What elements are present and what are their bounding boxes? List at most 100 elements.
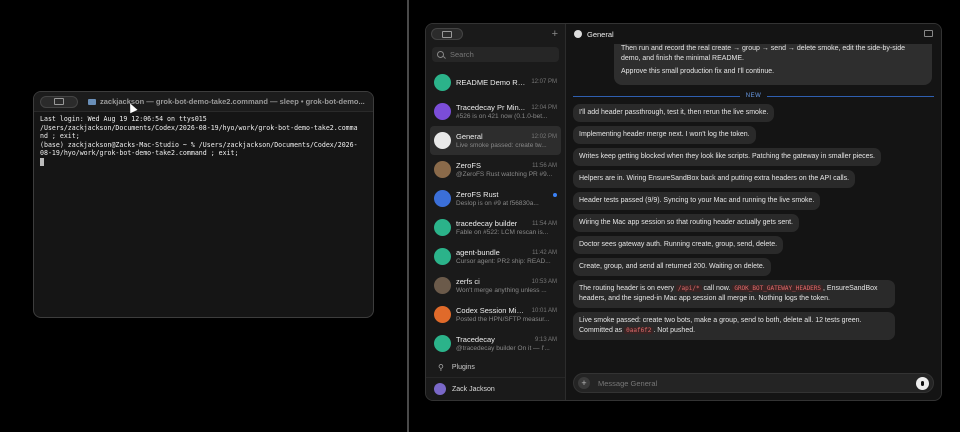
bot-message: Writes keep getting blocked when they lo… bbox=[573, 148, 881, 166]
message-text: call now. bbox=[701, 285, 733, 292]
terminal-cursor bbox=[40, 157, 44, 166]
conversation-time: 9:13 AM bbox=[534, 336, 557, 343]
user-name: Zack Jackson bbox=[452, 385, 495, 393]
conversation-preview: Won't merge anything unless ... bbox=[456, 287, 547, 294]
window-control[interactable] bbox=[431, 28, 463, 40]
avatar bbox=[434, 219, 451, 236]
conversation-preview: #526 is on 421 now (0.1.0-bet... bbox=[456, 113, 548, 120]
message-text: . Not pushed. bbox=[653, 327, 696, 334]
microphone-icon[interactable] bbox=[916, 376, 929, 390]
conversation-item[interactable]: agent-bundle 11:42 AM Cursor agent: PR2 sh… bbox=[430, 242, 561, 271]
message-composer[interactable]: + bbox=[573, 373, 934, 393]
conversation-name: agent-bundle bbox=[456, 248, 500, 257]
conversation-item[interactable]: README Demo Re... 12:07 PM bbox=[430, 68, 561, 97]
avatar bbox=[434, 248, 451, 265]
chat-main: General Then run and record the real cre… bbox=[566, 24, 941, 400]
sidebar: + README Demo Re... 12:07 PM Tracedecay Pr… bbox=[426, 24, 566, 400]
conversation-item[interactable]: Tracedecay 9:13 AM @tracedecay builder On … bbox=[430, 329, 561, 358]
bot-message: I'll add header passthrough, test it, th… bbox=[573, 104, 775, 122]
terminal-titlebar[interactable]: zackjackson — grok-bot-demo-take2.comman… bbox=[34, 92, 373, 112]
window-icon bbox=[442, 30, 452, 38]
window-icon bbox=[54, 98, 64, 105]
conversation-time: 12:02 PM bbox=[531, 133, 557, 140]
conversation-text: zerfs ci 10:53 AM Won't merge anything unl… bbox=[456, 277, 557, 294]
inline-code: /api/* bbox=[675, 285, 702, 292]
conversation-name: README Demo Re... bbox=[456, 77, 526, 87]
search-box[interactable] bbox=[432, 47, 559, 62]
conversation-name: ZeroFS Rust bbox=[456, 190, 499, 199]
conversation-text: ZeroFS Rust Deslop is on #9 at f56830a... bbox=[456, 190, 557, 207]
conversation-item[interactable]: Codex Session Min... 10:01 AM Posted the H… bbox=[430, 300, 561, 329]
user-profile[interactable]: Zack Jackson bbox=[426, 377, 565, 400]
message-text: Live smoke passed: create two bots, make… bbox=[579, 317, 862, 334]
avatar bbox=[434, 190, 451, 207]
window-control[interactable] bbox=[40, 95, 78, 108]
bot-message: Create, group, and send all returned 200… bbox=[573, 258, 771, 276]
conversation-item[interactable]: tracedecay builder 11:54 AM Fable on #522:… bbox=[430, 213, 561, 242]
channel-header: General bbox=[566, 24, 941, 44]
conversation-text: tracedecay builder 11:54 AM Fable on #522:… bbox=[456, 219, 557, 236]
terminal-title-text: zackjackson — grok-bot-demo-take2.comman… bbox=[100, 97, 365, 106]
conversation-text: README Demo Re... 12:07 PM bbox=[456, 78, 557, 88]
conversation-preview: Cursor agent: PR2 ship: READ... bbox=[456, 258, 551, 265]
conversation-time: 10:01 AM bbox=[531, 307, 557, 314]
plugins-item[interactable]: ⚲ Plugins bbox=[426, 357, 565, 377]
bot-message: Implementing header merge next. I won't … bbox=[573, 126, 756, 144]
conversation-name: Tracedecay bbox=[456, 335, 495, 344]
conversation-list: README Demo Re... 12:07 PM Tracedecay Pr M… bbox=[426, 68, 565, 358]
avatar bbox=[434, 103, 451, 120]
user-message: Then run and record the real create → gr… bbox=[614, 44, 932, 85]
bot-message: Wiring the Mac app session so that routi… bbox=[573, 214, 800, 232]
search-input[interactable] bbox=[448, 49, 552, 60]
inline-code: GROK_BOT_GATEWAY_HEADERS bbox=[732, 285, 824, 292]
new-chat-icon[interactable]: + bbox=[552, 28, 558, 40]
conversation-item[interactable]: ZeroFS Rust Deslop is on #9 at f56830a... bbox=[430, 184, 561, 213]
screen-icon[interactable] bbox=[924, 30, 933, 37]
message-list[interactable]: Then run and record the real create → gr… bbox=[566, 44, 941, 368]
terminal-lines: Last login: Wed Aug 19 12:06:54 on ttys0… bbox=[40, 115, 358, 158]
conversation-time: 12:07 PM bbox=[531, 79, 557, 85]
conversation-time: 11:42 AM bbox=[532, 249, 557, 256]
conversation-preview: Posted the HPN/SFTP measur... bbox=[456, 316, 550, 323]
conversation-preview: @ZeroFS Rust watching PR #9... bbox=[456, 171, 553, 178]
terminal-window[interactable]: zackjackson — grok-bot-demo-take2.comman… bbox=[33, 91, 374, 318]
conversation-text: General 12:02 PM Live smoke passed: create… bbox=[456, 132, 557, 149]
user-message-line: Approve this small production fix and I'… bbox=[621, 68, 775, 75]
conversation-preview: Deslop is on #9 at f56830a... bbox=[456, 200, 539, 207]
user-message-line: Then run and record the real create → gr… bbox=[621, 45, 906, 62]
bot-message: Helpers are in. Wiring EnsureSandBox bac… bbox=[573, 170, 856, 188]
bot-message: Doctor sees gateway auth. Running create… bbox=[573, 236, 784, 254]
conversation-name: Codex Session Min... bbox=[456, 306, 526, 315]
conversation-item[interactable]: zerfs ci 10:53 AM Won't merge anything unl… bbox=[430, 271, 561, 300]
unread-dot bbox=[553, 192, 557, 197]
bot-message: Live smoke passed: create two bots, make… bbox=[573, 312, 895, 340]
search-icon bbox=[437, 51, 444, 58]
terminal-output[interactable]: Last login: Wed Aug 19 12:06:54 on ttys0… bbox=[34, 112, 373, 172]
channel-name: General bbox=[587, 29, 614, 39]
conversation-name: tracedecay builder bbox=[456, 219, 518, 228]
conversation-item[interactable]: General 12:02 PM Live smoke passed: create… bbox=[430, 126, 561, 155]
conversation-time: 10:53 AM bbox=[531, 278, 557, 285]
conversation-text: Tracedecay 9:13 AM @tracedecay builder On … bbox=[456, 335, 557, 352]
avatar bbox=[434, 132, 451, 149]
new-label: NEW bbox=[745, 93, 762, 99]
conversation-text: agent-bundle 11:42 AM Cursor agent: PR2 sh… bbox=[456, 248, 557, 265]
new-messages-divider: NEW bbox=[573, 93, 934, 99]
channel-icon bbox=[574, 30, 582, 38]
conversation-item[interactable]: Tracedecay Pr Min... 12:04 PM #526 is on 4… bbox=[430, 97, 561, 126]
conversation-text: Codex Session Min... 10:01 AM Posted the H… bbox=[456, 306, 557, 323]
add-attachment-icon[interactable]: + bbox=[578, 377, 590, 389]
conversation-name: Tracedecay Pr Min... bbox=[456, 103, 525, 112]
conversation-preview: @tracedecay builder On it — I'... bbox=[456, 345, 550, 352]
conversation-name: ZeroFS bbox=[456, 161, 482, 170]
conversation-preview: Live smoke passed: create tw... bbox=[456, 142, 547, 149]
conversation-item[interactable]: ZeroFS 11:56 AM @ZeroFS Rust watching PR #… bbox=[430, 155, 561, 184]
window-divider bbox=[407, 0, 409, 432]
folder-icon bbox=[88, 98, 96, 105]
message-input[interactable] bbox=[596, 377, 910, 389]
conversation-name: zerfs ci bbox=[456, 277, 480, 286]
conversation-text: ZeroFS 11:56 AM @ZeroFS Rust watching PR #… bbox=[456, 161, 557, 178]
chat-app-window[interactable]: + README Demo Re... 12:07 PM Tracedecay Pr… bbox=[425, 23, 942, 401]
conversation-time: 11:54 AM bbox=[532, 220, 557, 227]
inline-code: 0aaf6f2 bbox=[624, 327, 654, 334]
